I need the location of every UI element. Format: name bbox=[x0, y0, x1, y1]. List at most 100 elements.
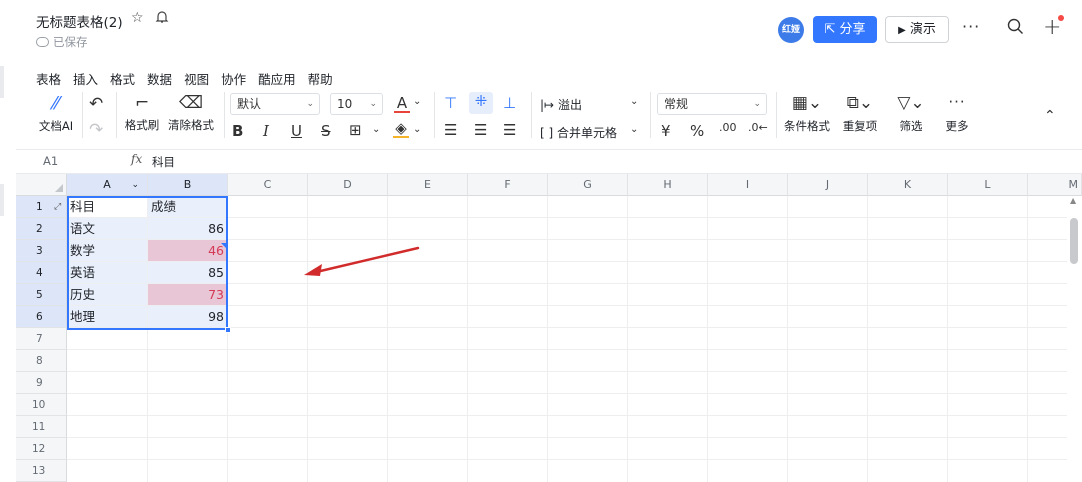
chevron-down-icon[interactable]: ⌄ bbox=[372, 124, 380, 135]
scroll-up-icon[interactable]: ▲ bbox=[1070, 196, 1076, 205]
cell-b6[interactable]: 98 bbox=[148, 306, 228, 328]
cell-b4[interactable]: 85 bbox=[148, 262, 228, 284]
column-header-f[interactable]: F bbox=[468, 174, 548, 196]
overflow-select[interactable]: |↦ 溢出 bbox=[540, 96, 582, 113]
menu-item-format[interactable]: 格式 bbox=[110, 69, 135, 88]
cell-b3[interactable]: 46 bbox=[148, 240, 228, 262]
menu-item-apps[interactable]: 酷应用 bbox=[258, 69, 296, 88]
number-format-select[interactable]: 常规 ⌄ bbox=[657, 93, 767, 115]
align-bottom-icon[interactable]: ⊥ bbox=[503, 94, 516, 112]
number-format-value: 常规 bbox=[664, 97, 689, 111]
borders-icon[interactable]: ⊞ bbox=[349, 121, 362, 139]
percent-icon[interactable]: % bbox=[690, 122, 704, 140]
chevron-down-icon[interactable]: ⌄ bbox=[413, 124, 421, 135]
cell-a4[interactable]: 英语 bbox=[67, 262, 148, 284]
row-header-2[interactable]: 2 bbox=[16, 218, 67, 240]
row-header-7[interactable]: 7 bbox=[16, 328, 67, 350]
column-header-m[interactable]: M bbox=[1028, 174, 1082, 196]
formula-input[interactable]: 科目 bbox=[152, 154, 175, 170]
menu-item-table[interactable]: 表格 bbox=[36, 69, 61, 88]
column-header-h[interactable]: H bbox=[628, 174, 708, 196]
increase-decimal-icon[interactable]: .0← bbox=[748, 121, 768, 134]
chevron-down-icon[interactable]: ⌄ bbox=[413, 96, 421, 107]
present-button[interactable]: ▶ 演示 bbox=[885, 16, 949, 43]
column-header-b[interactable]: B bbox=[148, 174, 228, 196]
ai-button[interactable]: ⁄⁄ 文档AI bbox=[36, 93, 76, 134]
row-header-4[interactable]: 4 bbox=[16, 262, 67, 284]
share-button[interactable]: ⇱ 分享 bbox=[813, 16, 877, 43]
column-header-j[interactable]: J bbox=[788, 174, 868, 196]
menu-item-help[interactable]: 帮助 bbox=[308, 69, 333, 88]
row-header-8[interactable]: 8 bbox=[16, 350, 67, 372]
menu-item-data[interactable]: 数据 bbox=[147, 69, 172, 88]
search-icon[interactable] bbox=[1007, 18, 1024, 39]
star-icon[interactable]: ☆ bbox=[131, 10, 144, 26]
column-header-k[interactable]: K bbox=[868, 174, 948, 196]
font-color-icon[interactable]: A bbox=[394, 95, 410, 113]
align-top-icon[interactable]: ⊤ bbox=[444, 94, 457, 112]
cell-a5[interactable]: 历史 bbox=[67, 284, 148, 306]
fill-color-icon[interactable]: ◈ bbox=[393, 120, 409, 138]
font-family-select[interactable]: 默认 ⌄ bbox=[230, 93, 320, 115]
row-header-11[interactable]: 11 bbox=[16, 416, 67, 438]
align-left-icon[interactable]: ☰ bbox=[444, 121, 457, 139]
document-title[interactable]: 无标题表格(2) bbox=[36, 11, 123, 31]
expand-icon[interactable]: ⤢ bbox=[54, 196, 61, 218]
redo-icon[interactable]: ↷ bbox=[89, 120, 103, 140]
strikethrough-icon[interactable]: S bbox=[321, 122, 331, 140]
cell-reference-box[interactable]: A1 bbox=[43, 154, 58, 168]
avatar[interactable]: 红娅 bbox=[778, 17, 804, 43]
align-center-icon[interactable]: ☰ bbox=[474, 121, 487, 139]
column-header-e[interactable]: E bbox=[388, 174, 468, 196]
bold-icon[interactable]: B bbox=[232, 122, 243, 140]
decrease-decimal-icon[interactable]: .00 bbox=[719, 121, 737, 134]
align-right-icon[interactable]: ☰ bbox=[503, 121, 516, 139]
font-size-select[interactable]: 10 ⌄ bbox=[330, 93, 383, 115]
menu-item-collab[interactable]: 协作 bbox=[221, 69, 246, 88]
chevron-down-icon[interactable]: ⌄ bbox=[630, 96, 638, 107]
row-header-3[interactable]: 3 bbox=[16, 240, 67, 262]
underline-icon[interactable]: U bbox=[291, 122, 302, 140]
select-all-corner[interactable] bbox=[16, 174, 67, 196]
undo-icon[interactable]: ↶ bbox=[89, 94, 103, 114]
column-header-i[interactable]: I bbox=[708, 174, 788, 196]
cell-a3[interactable]: 数学 bbox=[67, 240, 148, 262]
bell-icon[interactable] bbox=[155, 10, 169, 28]
row-header-9[interactable]: 9 bbox=[16, 372, 67, 394]
column-header-c[interactable]: C bbox=[228, 174, 308, 196]
column-header-l[interactable]: L bbox=[948, 174, 1028, 196]
cell-a6[interactable]: 地理 bbox=[67, 306, 148, 328]
fill-handle[interactable] bbox=[225, 327, 231, 333]
row-header-13[interactable]: 13 bbox=[16, 460, 67, 482]
duplicates-button[interactable]: ⧉⌄ 重复项 bbox=[838, 93, 882, 134]
chevron-down-icon[interactable]: ⌄ bbox=[131, 174, 139, 196]
menu-item-insert[interactable]: 插入 bbox=[73, 69, 98, 88]
cell-b2[interactable]: 86 bbox=[148, 218, 228, 240]
italic-icon[interactable]: I bbox=[263, 122, 269, 140]
cell-b5[interactable]: 73 bbox=[148, 284, 228, 306]
clear-format-button[interactable]: ⌫ 清除格式 bbox=[166, 93, 216, 133]
vertical-scrollbar[interactable] bbox=[1070, 218, 1078, 264]
filter-button[interactable]: ▽⌄ 筛选 bbox=[890, 93, 932, 134]
row-header-1[interactable]: 1 ⤢ bbox=[16, 196, 67, 218]
cell-b1[interactable]: 成绩 bbox=[148, 196, 228, 218]
format-painter-button[interactable]: ⌐ 格式刷 bbox=[122, 93, 162, 133]
row-header-10[interactable]: 10 bbox=[16, 394, 67, 416]
row-header-12[interactable]: 12 bbox=[16, 438, 67, 460]
align-middle-icon[interactable]: ⁜ bbox=[469, 92, 493, 114]
column-header-g[interactable]: G bbox=[548, 174, 628, 196]
conditional-format-button[interactable]: ▦⌄ 条件格式 bbox=[781, 93, 833, 134]
currency-icon[interactable]: ¥ bbox=[661, 122, 671, 140]
more-button[interactable]: ··· 更多 bbox=[938, 93, 976, 134]
cell-a2[interactable]: 语文 bbox=[67, 218, 148, 240]
row-header-6[interactable]: 6 bbox=[16, 306, 67, 328]
chevron-down-icon[interactable]: ⌄ bbox=[630, 124, 638, 135]
column-header-a[interactable]: A ⌄ bbox=[67, 174, 148, 196]
merge-cells-button[interactable]: [ ] 合并单元格 bbox=[540, 124, 617, 141]
collapse-toolbar-icon[interactable]: ⌃ bbox=[1044, 108, 1056, 124]
more-options-icon[interactable]: ··· bbox=[962, 17, 980, 36]
row-header-5[interactable]: 5 bbox=[16, 284, 67, 306]
cell-a1[interactable]: 科目 bbox=[67, 196, 148, 218]
column-header-d[interactable]: D bbox=[308, 174, 388, 196]
menu-item-view[interactable]: 视图 bbox=[184, 69, 209, 88]
